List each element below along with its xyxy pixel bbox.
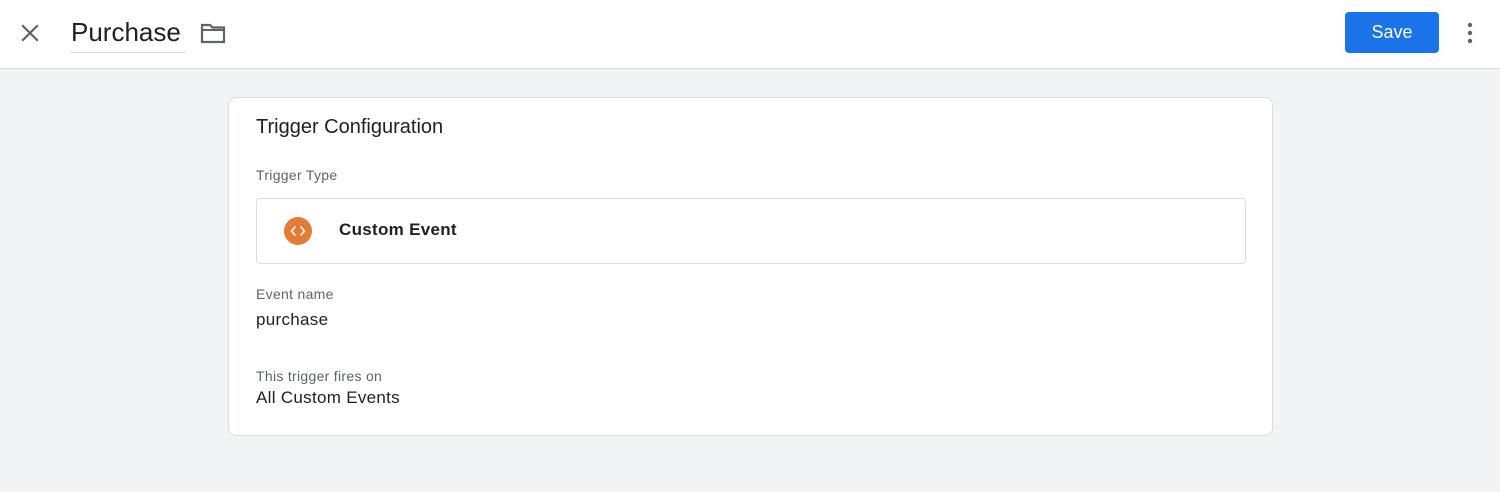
card-title: Trigger Configuration xyxy=(256,116,444,138)
more-vert-icon xyxy=(1467,22,1473,44)
trigger-name-field-wrapper xyxy=(70,12,186,53)
trigger-type-label: Trigger Type xyxy=(256,167,338,183)
close-button[interactable] xyxy=(12,15,48,51)
folder-icon xyxy=(200,23,226,44)
more-options-button[interactable] xyxy=(1455,15,1485,51)
trigger-type-selector[interactable]: Custom Event xyxy=(256,198,1246,264)
top-bar: Save xyxy=(0,0,1500,69)
save-button[interactable]: Save xyxy=(1345,12,1439,53)
folder-button[interactable] xyxy=(196,16,230,50)
event-name-label: Event name xyxy=(256,286,334,302)
code-brackets-icon xyxy=(284,217,312,245)
trigger-name-input[interactable] xyxy=(70,12,186,52)
fires-on-value: All Custom Events xyxy=(256,388,400,407)
trigger-type-value: Custom Event xyxy=(339,220,457,239)
trigger-configuration-card: Trigger Configuration Trigger Type Custo… xyxy=(228,97,1273,436)
event-name-value: purchase xyxy=(256,310,329,329)
close-icon xyxy=(21,24,39,42)
fires-on-label: This trigger fires on xyxy=(256,368,383,384)
